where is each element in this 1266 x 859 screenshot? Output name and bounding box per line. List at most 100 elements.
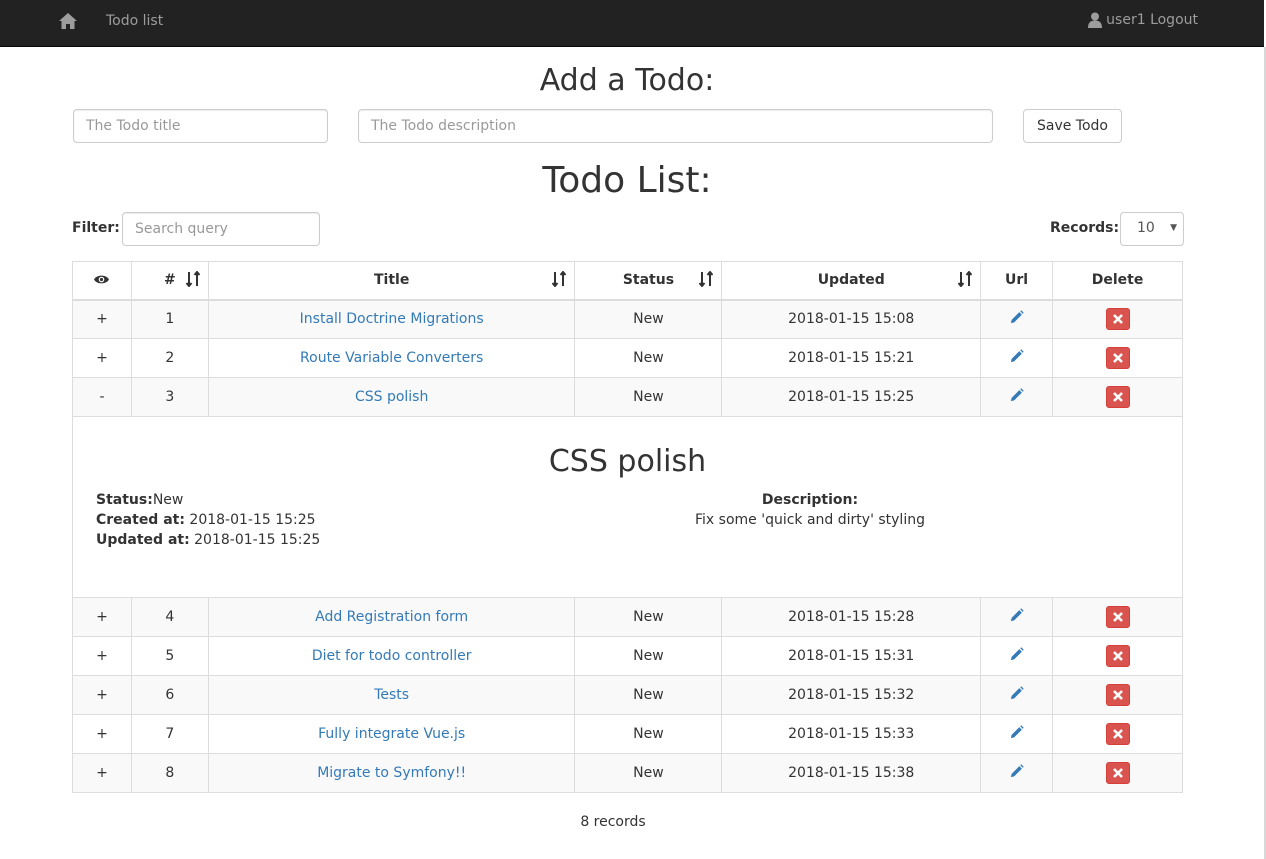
pencil-icon[interactable] [1009, 349, 1024, 364]
detail-created-label: Created at: [96, 512, 185, 528]
remove-icon [1112, 690, 1123, 700]
delete-button[interactable] [1105, 762, 1130, 784]
row-updated: 2018-01-15 15:38 [721, 753, 982, 793]
pencil-icon[interactable] [1009, 764, 1024, 779]
remove-icon [1112, 392, 1123, 402]
home-icon[interactable] [58, 11, 78, 31]
eye-icon [94, 275, 110, 284]
row-status: New [574, 714, 723, 754]
sort-icon[interactable] [185, 271, 200, 287]
remove-icon [1112, 314, 1123, 325]
row-status: New [574, 377, 723, 417]
row-detail: CSS polish Status:New Created at: 2018-0… [72, 416, 1183, 598]
sort-icon[interactable] [699, 271, 714, 287]
remove-icon [1112, 768, 1123, 778]
chevron-down-icon: ▼ [1170, 223, 1177, 233]
table-row: + 4 Add Registration form New 2018-01-15… [72, 597, 1183, 637]
column-header-updated-label: Updated [817, 272, 885, 289]
nav-brand-link[interactable]: Todo list [106, 13, 163, 29]
column-header-num[interactable]: # [130, 261, 209, 301]
delete-button[interactable] [1105, 723, 1130, 745]
table-row: + 7 Fully integrate Vue.js New 2018-01-1… [72, 714, 1183, 754]
row-collapse-toggle[interactable]: - [72, 377, 132, 417]
records-count: 8 records [580, 814, 646, 830]
todo-list-heading: Todo List: [542, 160, 712, 201]
delete-button[interactable] [1105, 645, 1130, 667]
table-row: + 5 Diet for todo controller New 2018-01… [72, 636, 1183, 676]
row-status: New [574, 299, 723, 339]
row-number: 5 [130, 636, 209, 676]
delete-button[interactable] [1105, 606, 1130, 628]
delete-button[interactable] [1105, 308, 1130, 331]
user-logout-link[interactable]: user1 Logout [1088, 12, 1198, 28]
user-logout-label: user1 Logout [1106, 12, 1198, 28]
detail-status-label: Status: [96, 492, 153, 508]
column-header-updated[interactable]: Updated [721, 261, 982, 301]
row-updated: 2018-01-15 15:32 [721, 675, 982, 715]
row-expand-toggle[interactable]: + [72, 714, 132, 754]
row-detail-cell: CSS polish Status:New Created at: 2018-0… [72, 416, 1183, 598]
row-expand-toggle[interactable]: + [72, 338, 132, 378]
row-number: 2 [130, 338, 209, 378]
row-updated: 2018-01-15 15:33 [721, 714, 982, 754]
row-expand-toggle[interactable]: + [72, 675, 132, 715]
sort-icon[interactable] [958, 271, 973, 287]
column-header-num-label: # [164, 272, 176, 289]
table-row: + 6 Tests New 2018-01-15 15:32 [72, 675, 1183, 715]
row-title-link[interactable]: Add Registration form [315, 609, 468, 625]
delete-button[interactable] [1105, 386, 1130, 408]
delete-button[interactable] [1105, 347, 1130, 369]
remove-icon [1112, 651, 1123, 661]
row-updated: 2018-01-15 15:28 [721, 597, 982, 637]
row-title-link[interactable]: Migrate to Symfony!! [317, 765, 466, 781]
row-title-link[interactable]: Diet for todo controller [312, 648, 472, 664]
column-header-status[interactable]: Status [574, 261, 723, 301]
table-header-row: # Title Status Updated Url Delete [72, 261, 1183, 301]
todo-title-input[interactable] [73, 109, 328, 143]
detail-description: Description: Fix some 'quick and dirty' … [623, 490, 997, 530]
row-title-link[interactable]: Install Doctrine Migrations [300, 311, 484, 327]
column-header-title[interactable]: Title [207, 261, 576, 301]
row-number: 6 [130, 675, 209, 715]
row-number: 1 [130, 299, 209, 339]
row-status: New [574, 675, 723, 715]
row-number: 4 [130, 597, 209, 637]
column-header-url: Url [980, 261, 1054, 301]
row-expand-toggle[interactable]: + [72, 597, 132, 637]
add-todo-heading: Add a Todo: [539, 63, 715, 98]
detail-updated-value: 2018-01-15 15:25 [194, 532, 321, 548]
column-header-toggle [72, 261, 132, 301]
detail-updated-label: Updated at: [96, 532, 190, 548]
row-expand-toggle[interactable]: + [72, 636, 132, 676]
row-status: New [574, 636, 723, 676]
navbar: Todo list user1 Logout [0, 0, 1264, 47]
row-updated: 2018-01-15 15:25 [721, 377, 982, 417]
column-header-status-label: Status [622, 272, 675, 289]
pencil-icon[interactable] [1009, 310, 1024, 325]
filter-search-input[interactable] [122, 212, 320, 246]
row-expand-toggle[interactable]: + [72, 299, 132, 339]
row-number: 8 [130, 753, 209, 793]
pencil-icon[interactable] [1009, 686, 1024, 701]
row-title-link[interactable]: Fully integrate Vue.js [318, 726, 465, 742]
delete-button[interactable] [1105, 684, 1130, 706]
pencil-icon[interactable] [1009, 608, 1024, 623]
row-title-link[interactable]: CSS polish [355, 389, 428, 405]
column-header-delete: Delete [1052, 261, 1183, 301]
detail-created-value: 2018-01-15 15:25 [189, 512, 316, 528]
row-title-link[interactable]: Route Variable Converters [300, 350, 483, 366]
pencil-icon[interactable] [1009, 647, 1024, 662]
pencil-icon[interactable] [1009, 725, 1024, 740]
records-per-page-select[interactable]: 10 ▼ [1120, 212, 1184, 246]
detail-description-value: Fix some 'quick and dirty' styling [695, 512, 925, 528]
detail-title: CSS polish [548, 444, 707, 479]
todo-table: # Title Status Updated Url Delete + 1 In [72, 261, 1183, 793]
row-title-link[interactable]: Tests [374, 687, 409, 703]
row-expand-toggle[interactable]: + [72, 753, 132, 793]
detail-description-label: Description: [761, 492, 859, 508]
detail-status-value: New [152, 492, 184, 508]
sort-icon[interactable] [552, 271, 567, 287]
todo-description-input[interactable] [358, 109, 993, 143]
save-todo-button[interactable]: Save Todo [1023, 109, 1122, 143]
pencil-icon[interactable] [1009, 388, 1024, 403]
